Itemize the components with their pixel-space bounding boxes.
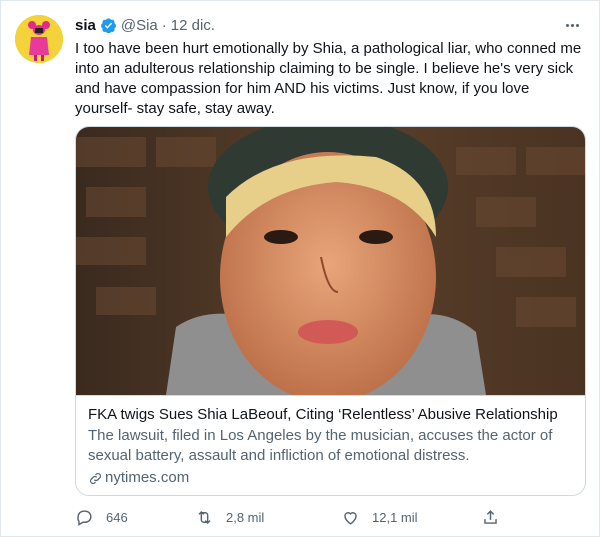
tweet-header: sia @Sia · 12 dic. [75, 15, 215, 35]
separator-dot: · [161, 16, 167, 34]
author-name[interactable]: sia [75, 17, 96, 34]
link-card[interactable]: FKA twigs Sues Shia LaBeouf, Citing ‘Rel… [75, 126, 586, 496]
retweet-icon [198, 510, 211, 524]
card-title: FKA twigs Sues Shia LaBeouf, Citing ‘Rel… [88, 406, 558, 423]
link-icon [90, 472, 101, 484]
tweet[interactable]: sia @Sia · 12 dic. I too have been hurt … [0, 0, 600, 537]
share-icon [484, 509, 497, 524]
author-avatar[interactable] [15, 15, 63, 63]
tweet-text: I too have been hurt emotionally by Shia… [75, 40, 582, 117]
like-count: 12,1 mil [372, 509, 418, 525]
card-image [76, 127, 585, 395]
author-handle[interactable]: @Sia [121, 17, 158, 34]
avatar-image [15, 15, 63, 63]
like-button[interactable]: 12,1 mil [341, 506, 418, 528]
reply-count: 646 [106, 509, 128, 525]
verified-badge-icon [100, 17, 116, 33]
retweet-count: 2,8 mil [226, 509, 265, 525]
card-body: FKA twigs Sues Shia LaBeouf, Citing ‘Rel… [76, 395, 585, 488]
card-domain: nytimes.com [88, 468, 575, 488]
card-description: The lawsuit, filed in Los Angeles by the… [88, 427, 553, 464]
card-domain-text: nytimes.com [105, 469, 190, 486]
tweet-actions: 646 2,8 mil 12,1 mil [75, 506, 515, 528]
heart-icon [344, 511, 357, 525]
retweet-button[interactable]: 2,8 mil [195, 506, 264, 528]
reply-button[interactable]: 646 [75, 506, 128, 528]
tweet-date[interactable]: 12 dic. [171, 17, 215, 34]
reply-icon [77, 509, 92, 526]
share-button[interactable] [481, 506, 512, 528]
more-horizontal-icon[interactable] [561, 15, 583, 35]
